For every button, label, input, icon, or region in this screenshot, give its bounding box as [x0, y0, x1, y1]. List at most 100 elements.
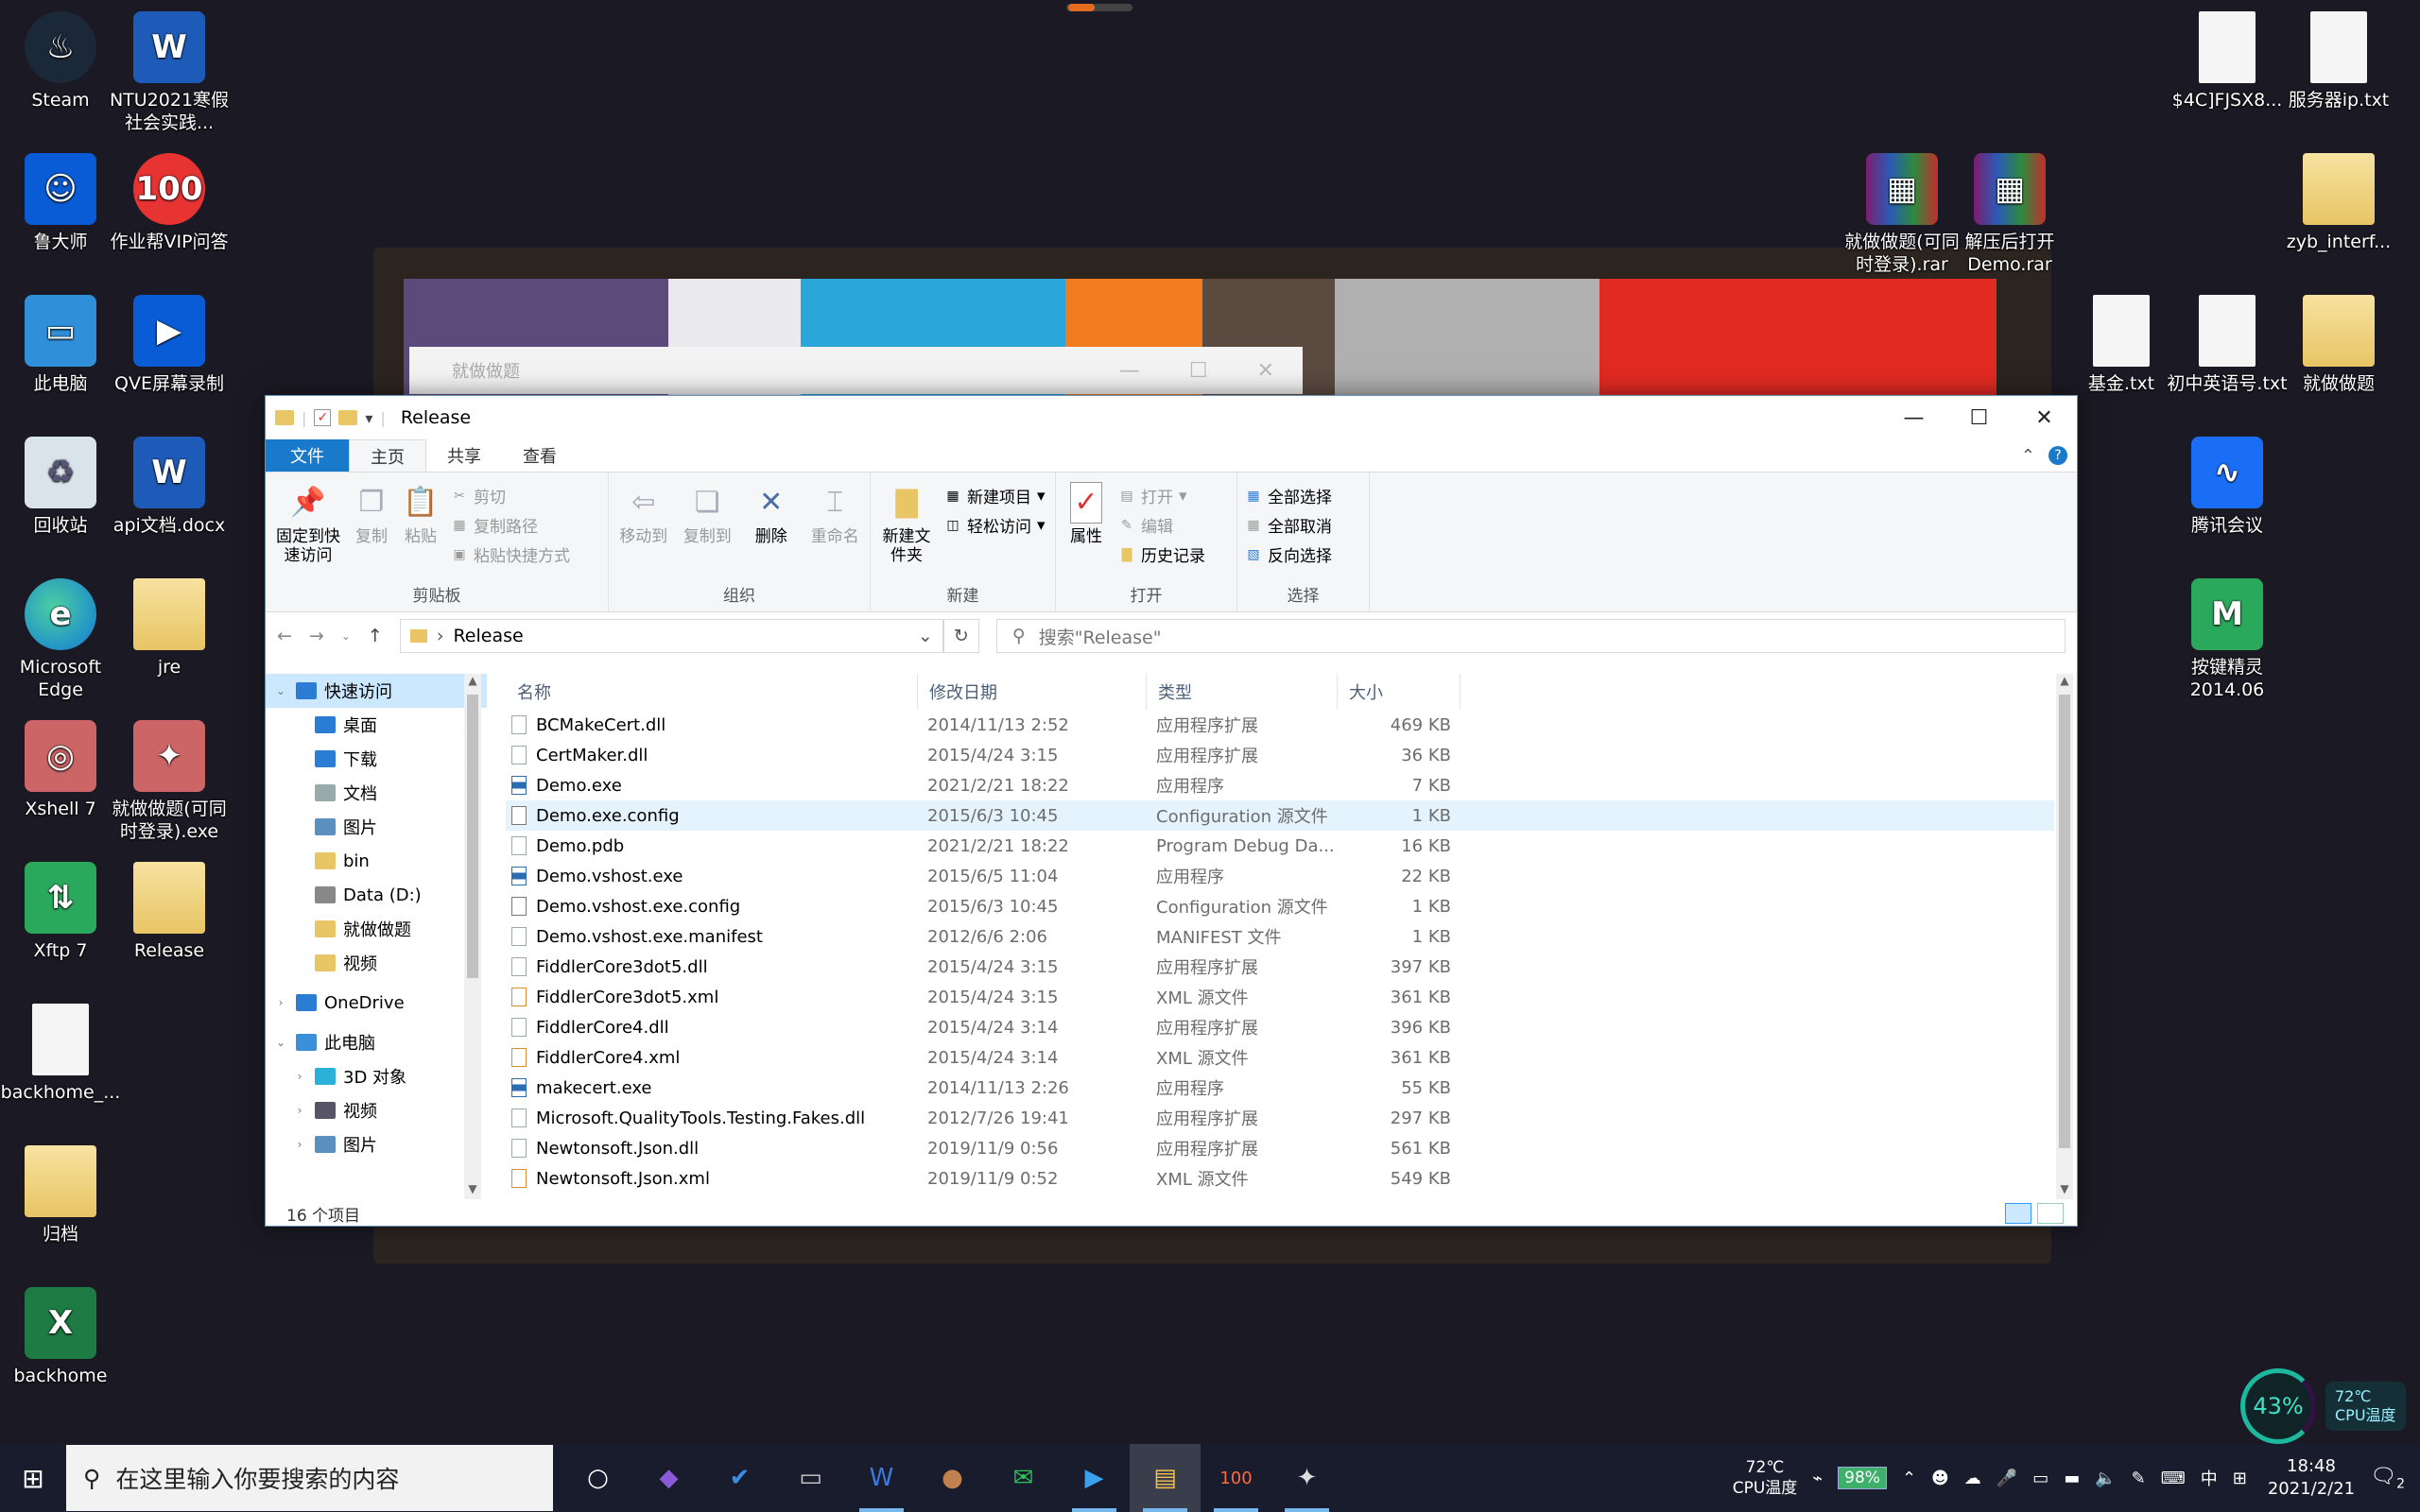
desktop-icon[interactable]: 100 作业帮VIP问答 — [109, 153, 230, 253]
expand-chevron-icon[interactable]: ⌄ — [273, 1036, 288, 1049]
details-view-button[interactable] — [2005, 1203, 2031, 1224]
table-row[interactable]: BCMakeCert.dll 2014/11/13 2:52 应用程序扩展 469 K… — [506, 710, 2054, 740]
title-bar[interactable]: | ✓ ▾ | Release — ☐ ✕ — [266, 396, 2077, 439]
desktop-icon[interactable]: 就做做题 — [2278, 295, 2399, 395]
desktop-icon[interactable]: ☺ 鲁大师 — [0, 153, 121, 253]
table-row[interactable]: FiddlerCore4.xml 2015/4/24 3:14 XML 源文件 361… — [506, 1042, 2054, 1073]
close-button[interactable]: ✕ — [2012, 396, 2077, 439]
table-row[interactable]: makecert.exe 2014/11/13 2:26 应用程序 55 KB — [506, 1073, 2054, 1103]
tab-file[interactable]: 文件 — [266, 439, 349, 472]
desktop-icon[interactable]: ♻ 回收站 — [0, 437, 121, 537]
desktop-icon[interactable]: Release — [109, 862, 230, 962]
expand-chevron-icon[interactable]: › — [273, 996, 288, 1009]
qq-icon[interactable]: ☻ — [1931, 1469, 1949, 1488]
scroll-up-icon[interactable]: ▲ — [2056, 674, 2073, 691]
desktop-icon[interactable]: ◎ Xshell 7 — [0, 720, 121, 820]
pen-icon[interactable]: ✎ — [2132, 1469, 2146, 1488]
new-item-button[interactable]: ▦ 新建项目 ▾ — [944, 484, 1045, 508]
desktop-icon[interactable]: ▦ 解压后打开Demo.rar — [1949, 153, 2070, 276]
nav-item[interactable]: 桌面📌 — [266, 708, 487, 742]
desktop-icon[interactable]: ▭ 此电脑 — [0, 295, 121, 395]
ghost-window-titlebar[interactable]: 就做做题 — ☐ ✕ — [409, 347, 1303, 394]
tab-view[interactable]: 查看 — [502, 439, 578, 472]
nav-item[interactable]: › 视频 — [266, 1093, 487, 1127]
clock[interactable]: 18:48 2021/2/21 — [2268, 1455, 2355, 1501]
show-hidden-icons-icon[interactable]: ⌃ — [1902, 1469, 1916, 1488]
nav-item[interactable]: › 图片 — [266, 1127, 487, 1161]
ghost-minimize-button[interactable]: — — [1119, 359, 1140, 383]
desktop-icon[interactable]: ▦ 就做做题(可同时登录).rar — [1841, 153, 1962, 276]
desktop-icon[interactable]: ♨ Steam — [0, 11, 121, 112]
customize-toolbar-icon[interactable]: ▾ — [365, 409, 372, 427]
desktop-icon[interactable]: M 按键精灵2014.06 — [2167, 578, 2288, 701]
new-folder-quick-icon[interactable] — [338, 410, 358, 425]
desktop-icon[interactable]: e Microsoft Edge — [0, 578, 121, 701]
desktop-icon[interactable]: backhome_... — [0, 1004, 121, 1104]
power-plug-icon[interactable]: ⌁ — [1812, 1469, 1823, 1488]
table-row[interactable]: Microsoft.QualityTools.Testing.Fakes.dll… — [506, 1103, 2054, 1133]
select-none-button[interactable]: ▦ 全部取消 — [1245, 513, 1332, 538]
copy-path-button[interactable]: ▦ 复制路径 — [451, 513, 570, 538]
nav-item[interactable]: › 3D 对象 — [266, 1059, 487, 1093]
scroll-down-icon[interactable]: ▼ — [2056, 1182, 2073, 1199]
terminal-taskbar-button[interactable]: ▭ — [775, 1444, 846, 1512]
wechat-taskbar-button[interactable]: ✉ — [988, 1444, 1059, 1512]
ghost-close-button[interactable]: ✕ — [1257, 359, 1274, 383]
desktop-icon[interactable]: jre — [109, 578, 230, 679]
word-taskbar-button[interactable]: W — [846, 1444, 917, 1512]
search-input[interactable]: ⚲ 搜索"Release" — [995, 619, 2066, 653]
column-date[interactable]: 修改日期 — [918, 674, 1147, 710]
help-icon[interactable]: ? — [2048, 446, 2067, 465]
desktop-icon[interactable]: zyb_interf... — [2278, 153, 2399, 253]
table-row[interactable]: Newtonsoft.Json.xml 2019/11/9 0:52 XML 源文件… — [506, 1163, 2054, 1194]
table-row[interactable]: Demo.vshost.exe.config 2015/6/3 10:45 Conf… — [506, 891, 2054, 921]
table-row[interactable]: Demo.vshost.exe.manifest 2012/6/6 2:06 MAN… — [506, 921, 2054, 952]
nav-scrollbar[interactable]: ▲ ▼ — [464, 674, 481, 1199]
address-dropdown-icon[interactable]: ⌄ — [918, 626, 933, 646]
ime-mode-icon[interactable]: ⊞ — [2233, 1469, 2247, 1488]
tab-share[interactable]: 共享 — [426, 439, 502, 472]
collapse-ribbon-icon[interactable]: ⌃ — [2021, 446, 2035, 466]
table-row[interactable]: Demo.exe.config 2015/6/3 10:45 Configurati… — [506, 800, 2054, 831]
forward-arrow-icon[interactable]: → — [309, 626, 324, 646]
nav-item[interactable]: 就做做题 — [266, 912, 487, 946]
desktop-icon[interactable]: ∿ 腾讯会议 — [2167, 437, 2288, 537]
keyboard-icon[interactable]: ⌨ — [2161, 1469, 2186, 1488]
visual-studio-taskbar-button[interactable]: ◆ — [633, 1444, 704, 1512]
nav-item[interactable]: 视频 — [266, 946, 487, 980]
table-row[interactable]: CertMaker.dll 2015/4/24 3:15 应用程序扩展 36 KB — [506, 740, 2054, 770]
taskbar-search-box[interactable]: ⚲ 在这里输入你要搜索的内容 — [66, 1445, 553, 1511]
file-list-scrollbar[interactable]: ▲ ▼ — [2056, 674, 2073, 1199]
desktop-icon[interactable]: W NTU2021寒假社会实践... — [109, 11, 230, 134]
nav-item[interactable]: 文档📌 — [266, 776, 487, 810]
expand-chevron-icon[interactable]: ⌄ — [273, 684, 288, 697]
desktop-icon[interactable]: 基金.txt — [2061, 295, 2182, 395]
zuoyebang-taskbar-button[interactable]: 100 — [1201, 1444, 1271, 1512]
large-icons-view-button[interactable] — [2037, 1203, 2064, 1224]
microphone-icon[interactable]: 🎤 — [1996, 1469, 2017, 1488]
desktop-icon[interactable]: Wapi文档.docx — [109, 437, 230, 537]
desktop-icon[interactable]: ✦ 就做做题(可同时登录).exe — [109, 720, 230, 843]
volume-icon[interactable]: 🔈 — [2095, 1469, 2116, 1488]
breadcrumb[interactable]: Release — [453, 626, 523, 646]
table-row[interactable]: FiddlerCore3dot5.xml 2015/4/24 3:15 XML 源文… — [506, 982, 2054, 1012]
network-icon[interactable]: ▬ — [2064, 1469, 2080, 1488]
cpu-monitor-widget[interactable]: 43% 72℃ CPU温度 — [2240, 1367, 2411, 1444]
expand-chevron-icon[interactable]: › — [292, 1138, 307, 1151]
column-size[interactable]: 大小 — [1338, 674, 1461, 710]
scroll-up-icon[interactable]: ▲ — [464, 674, 481, 691]
table-row[interactable]: Newtonsoft.Json.dll 2019/11/9 0:56 应用程序扩展 5… — [506, 1133, 2054, 1163]
tab-home[interactable]: 主页 — [349, 439, 426, 472]
nav-item[interactable]: bin — [266, 844, 487, 878]
refresh-button[interactable]: ↻ — [942, 619, 979, 653]
todo-taskbar-button[interactable]: ✔ — [704, 1444, 775, 1512]
desktop-icon[interactable]: 初中英语号.txt — [2167, 295, 2288, 395]
desktop-icon[interactable]: 服务器ip.txt — [2278, 11, 2399, 112]
table-row[interactable]: FiddlerCore4.dll 2015/4/24 3:14 应用程序扩展 396 … — [506, 1012, 2054, 1042]
ime-indicator[interactable]: 中 — [2201, 1466, 2218, 1490]
cut-button[interactable]: ✂ 剪切 — [451, 484, 570, 508]
desktop-icon[interactable]: ▶ QVE屏幕录制 — [109, 295, 230, 395]
nav-item[interactable]: ⌄ 快速访问 — [266, 674, 487, 708]
up-arrow-icon[interactable]: ↑ — [368, 626, 383, 646]
properties-quick-icon[interactable]: ✓ — [314, 409, 332, 426]
